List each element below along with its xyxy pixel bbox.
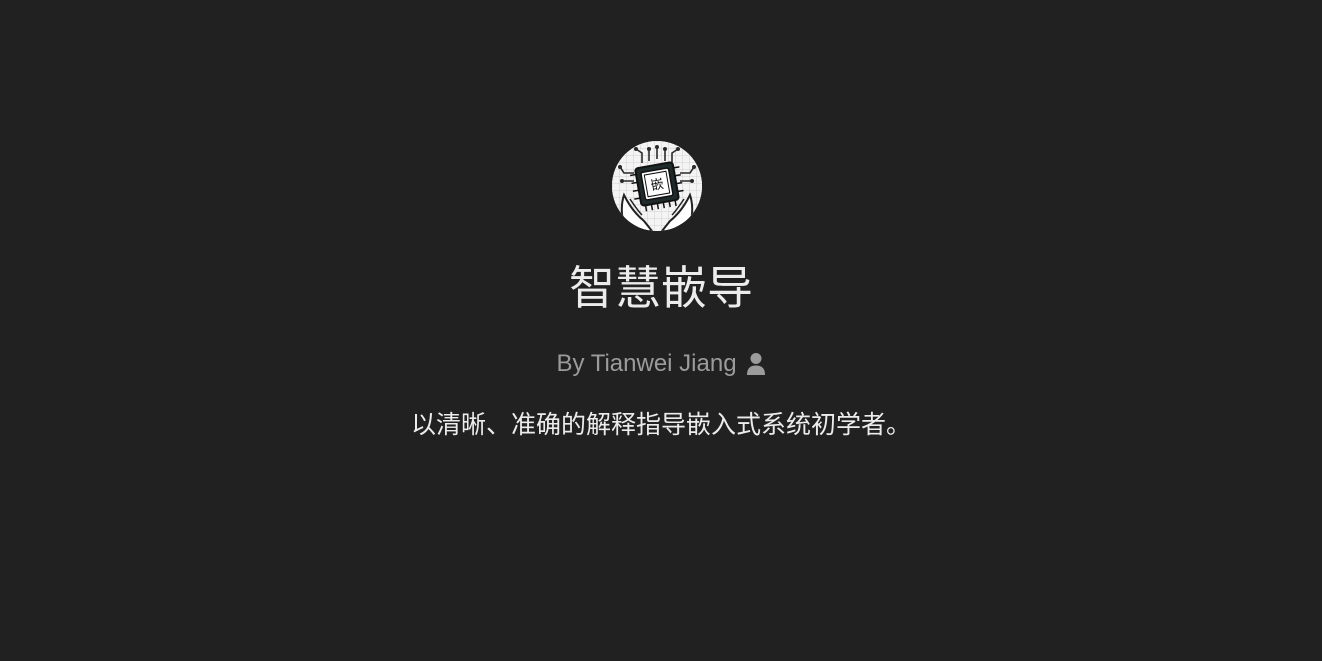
gpt-avatar: 嵌	[612, 141, 702, 231]
gpt-intro: 嵌 智慧嵌导 By Tianwei Jiang 以清晰、准确的解释指导嵌入式系统…	[0, 0, 1322, 661]
author-byline: By Tianwei Jiang	[0, 349, 1322, 379]
avatar-char: 嵌	[650, 177, 665, 194]
chip-in-hand-logo-icon: 嵌	[612, 141, 702, 231]
user-icon	[746, 352, 766, 376]
author-name: By Tianwei Jiang	[556, 350, 737, 377]
gpt-description: 以清晰、准确的解释指导嵌入式系统初学者。	[410, 410, 911, 439]
gpt-title: 智慧嵌导	[569, 261, 753, 315]
